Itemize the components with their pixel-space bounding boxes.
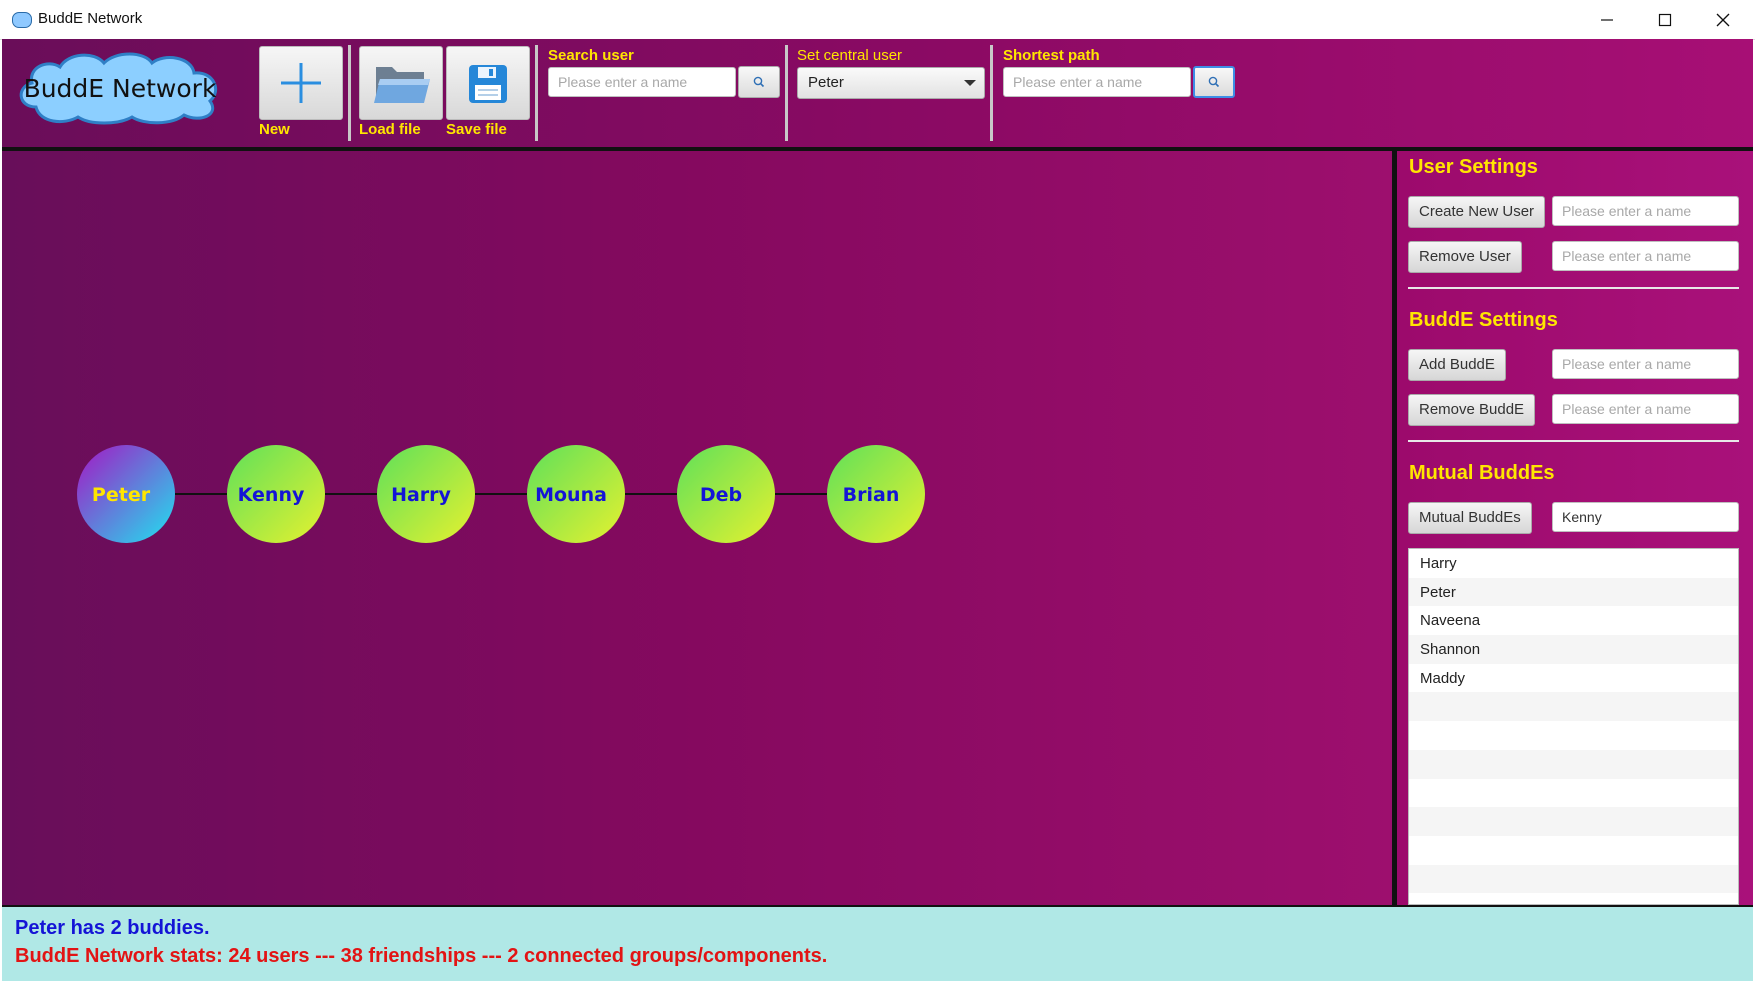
graph-node[interactable]: Peter bbox=[77, 445, 175, 543]
app-window: BuddE Network BuddE Network New Load fil… bbox=[0, 0, 1755, 981]
new-button[interactable] bbox=[259, 46, 343, 120]
minimize-icon bbox=[1601, 18, 1613, 21]
load-file-label: Load file bbox=[359, 121, 421, 138]
graph-node-label: Brian bbox=[843, 484, 900, 506]
plus-icon bbox=[281, 63, 321, 103]
load-file-button[interactable] bbox=[359, 46, 443, 120]
graph-node-label: Peter bbox=[92, 484, 151, 506]
graph-node[interactable]: Harry bbox=[377, 445, 475, 543]
create-user-name-input[interactable] bbox=[1552, 196, 1739, 226]
graph-view: Peter Kenny Harry Mouna Deb Brian bbox=[77, 445, 925, 543]
add-budde-button[interactable]: Add BuddE bbox=[1408, 349, 1506, 381]
search-icon bbox=[1208, 76, 1220, 88]
user-settings-title: User Settings bbox=[1409, 156, 1538, 178]
new-label: New bbox=[259, 121, 290, 138]
empty-list-row bbox=[1409, 779, 1738, 808]
maximize-icon bbox=[1658, 13, 1672, 26]
shortest-path-button[interactable] bbox=[1193, 66, 1235, 98]
section-divider bbox=[1408, 287, 1739, 289]
remove-budde-button[interactable]: Remove BuddE bbox=[1408, 394, 1536, 426]
save-file-button[interactable] bbox=[446, 46, 530, 120]
toolbar-separator bbox=[785, 45, 788, 141]
list-item[interactable]: Naveena bbox=[1409, 606, 1738, 635]
toolbar-separator bbox=[348, 45, 351, 141]
empty-list-row bbox=[1409, 893, 1738, 904]
list-item[interactable]: Shannon bbox=[1409, 635, 1738, 664]
remove-user-button[interactable]: Remove User bbox=[1408, 241, 1522, 273]
title-bar: BuddE Network bbox=[0, 0, 1755, 40]
graph-node-label: Mouna bbox=[535, 484, 607, 506]
toolbar: BuddE Network New Load file Save file Se… bbox=[2, 39, 1753, 151]
central-user-label: Set central user bbox=[797, 47, 903, 64]
budde-settings-title: BuddE Settings bbox=[1409, 309, 1558, 331]
toolbar-separator bbox=[535, 45, 538, 141]
graph-node-label: Deb bbox=[700, 484, 742, 506]
save-file-label: Save file bbox=[446, 121, 507, 138]
section-divider bbox=[1408, 440, 1739, 442]
search-user-button[interactable] bbox=[738, 66, 780, 98]
empty-list-row bbox=[1409, 749, 1738, 779]
toolbar-separator bbox=[990, 45, 993, 141]
list-item[interactable]: Maddy bbox=[1409, 664, 1738, 693]
mutual-buddes-button[interactable]: Mutual BuddEs bbox=[1408, 502, 1532, 534]
search-icon bbox=[753, 76, 765, 88]
empty-list-row bbox=[1409, 836, 1738, 865]
empty-list-row bbox=[1409, 807, 1738, 836]
settings-panel: User Settings Create New User Remove Use… bbox=[1397, 151, 1753, 905]
remove-user-name-input[interactable] bbox=[1552, 241, 1739, 271]
search-user-input[interactable] bbox=[548, 67, 736, 97]
shortest-path-label: Shortest path bbox=[1003, 47, 1100, 64]
central-user-value: Peter bbox=[808, 74, 844, 91]
add-budde-name-input[interactable] bbox=[1552, 349, 1739, 379]
graph-canvas[interactable]: Peter Kenny Harry Mouna Deb Brian bbox=[2, 151, 1392, 905]
status-buddies-count: Peter has 2 buddies. bbox=[15, 917, 210, 939]
logo-text: BuddE Network bbox=[24, 74, 217, 103]
remove-budde-name-input[interactable] bbox=[1552, 394, 1739, 424]
search-user-label: Search user bbox=[548, 47, 634, 64]
mutual-buddes-input[interactable] bbox=[1552, 502, 1739, 532]
mutual-buddes-list[interactable]: Harry Peter Naveena Shannon Maddy bbox=[1408, 548, 1739, 905]
logo: BuddE Network bbox=[14, 49, 226, 125]
graph-node[interactable]: Kenny bbox=[227, 445, 325, 543]
mutual-buddes-title: Mutual BuddEs bbox=[1409, 462, 1555, 484]
shortest-path-input[interactable] bbox=[1003, 67, 1191, 97]
graph-node[interactable]: Deb bbox=[677, 445, 775, 543]
minimize-button[interactable] bbox=[1578, 0, 1636, 39]
close-icon bbox=[1716, 13, 1730, 26]
folder-icon bbox=[374, 67, 430, 103]
create-new-user-button[interactable]: Create New User bbox=[1408, 196, 1546, 228]
app-icon bbox=[12, 12, 32, 28]
window-title: BuddE Network bbox=[38, 10, 143, 27]
status-bar: Peter has 2 buddies. BuddE Network stats… bbox=[2, 905, 1753, 981]
list-item[interactable]: Peter bbox=[1409, 577, 1738, 607]
chevron-down-icon bbox=[964, 80, 976, 86]
graph-node-label: Harry bbox=[391, 484, 451, 506]
empty-list-row bbox=[1409, 864, 1738, 894]
status-network-stats: BuddE Network stats: 24 users --- 38 fri… bbox=[15, 945, 828, 967]
graph-node[interactable]: Mouna bbox=[527, 445, 625, 543]
graph-node[interactable]: Brian bbox=[827, 445, 925, 543]
graph-node-label: Kenny bbox=[238, 484, 305, 506]
empty-list-row bbox=[1409, 692, 1738, 722]
central-user-select[interactable]: Peter bbox=[797, 67, 985, 99]
floppy-disk-icon bbox=[469, 65, 507, 103]
maximize-button[interactable] bbox=[1636, 0, 1694, 39]
empty-list-row bbox=[1409, 721, 1738, 750]
list-item[interactable]: Harry bbox=[1409, 549, 1738, 578]
cloud-logo-icon: BuddE Network bbox=[19, 52, 217, 125]
close-button[interactable] bbox=[1694, 0, 1752, 39]
